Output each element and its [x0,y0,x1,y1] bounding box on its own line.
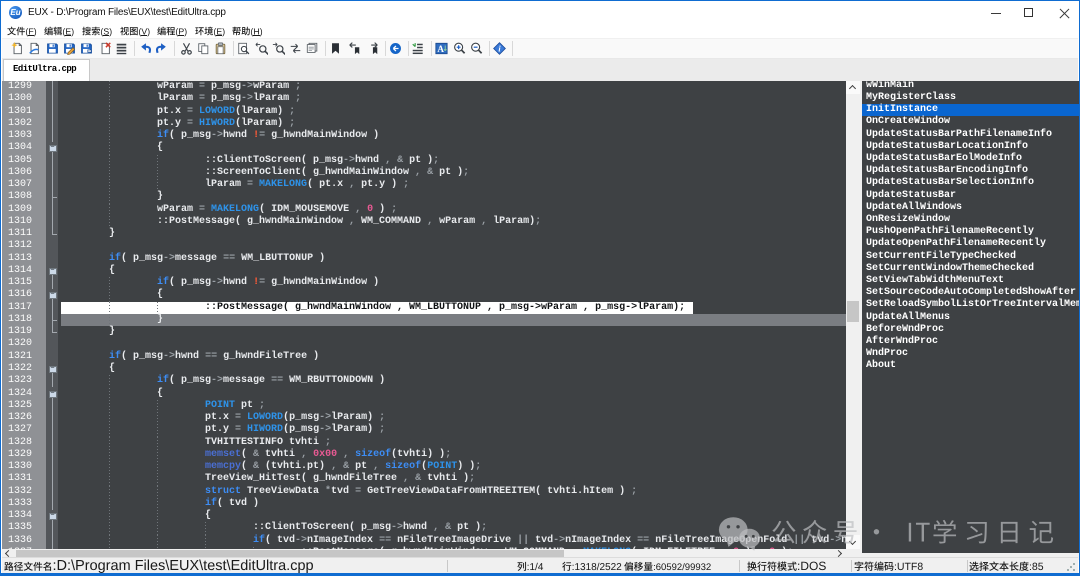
svg-text:A: A [437,44,444,54]
